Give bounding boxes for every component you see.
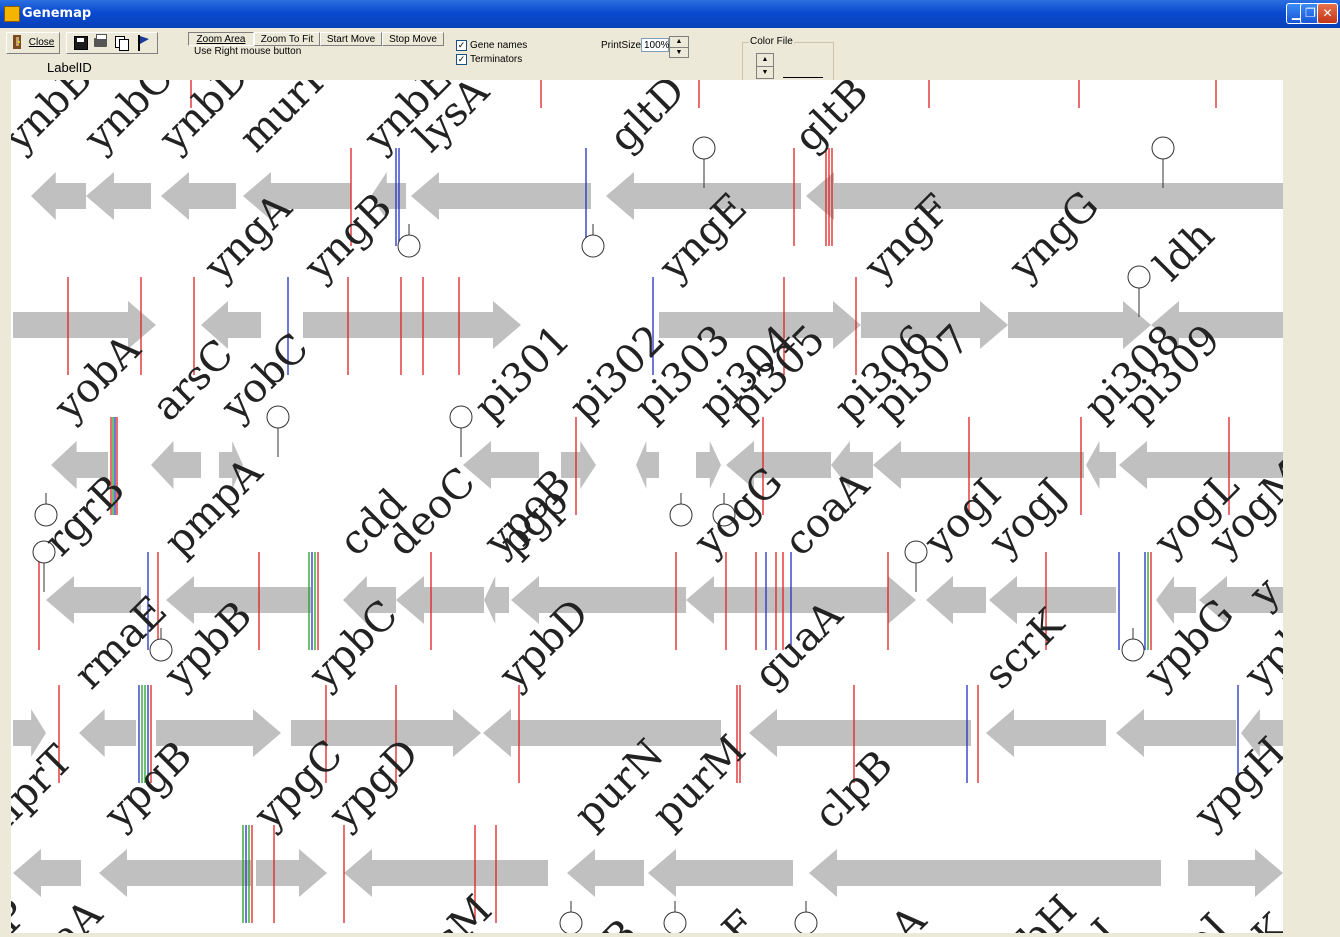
terminator-r0-0: [397, 234, 421, 258]
color-spin-up-icon[interactable]: ▲: [757, 54, 773, 67]
gene-label[interactable]: yogJ: [980, 470, 1076, 566]
gene-label-partial[interactable]: yaA: [25, 890, 112, 933]
stop-move-button[interactable]: Stop Move: [382, 32, 444, 46]
color-spin-down-icon[interactable]: ▼: [757, 67, 773, 79]
app-icon: [4, 6, 20, 22]
printsize-label: PrintSize:: [601, 40, 644, 51]
close-window-button[interactable]: ✕: [1317, 3, 1338, 24]
gene-map-canvas[interactable]: ynbB ynbC ynbD murI ynbE lysA gltD gltB yngA yngB…: [11, 80, 1283, 933]
gene-arrow-r5-5[interactable]: [648, 849, 793, 897]
terminator-r1-0: [1127, 265, 1151, 289]
window-title: Genemap: [22, 6, 92, 21]
gene-arrow-r3-8[interactable]: [926, 576, 986, 624]
zoom-to-fit-button[interactable]: Zoom To Fit: [254, 32, 320, 46]
gene-arrow-r1-0[interactable]: [13, 301, 156, 349]
gene-arrow-r2-10[interactable]: [1086, 441, 1116, 489]
gene-arrow-r1-5[interactable]: [1008, 301, 1151, 349]
right-panel-area: [1286, 80, 1334, 933]
gene-arrow-r5-4[interactable]: [567, 849, 644, 897]
terminators-checkbox[interactable]: ✓: [456, 54, 467, 65]
terminator-r5-1: [663, 911, 687, 933]
gene-arrow-r0-2[interactable]: [161, 172, 236, 220]
icon-toolbar: [66, 32, 158, 54]
restore-icon: ❐: [1305, 6, 1316, 20]
color-file-label: Color File: [749, 36, 794, 47]
close-button[interactable]: Close: [6, 32, 60, 54]
gene-label-partial[interactable]: bH: [1011, 887, 1086, 933]
flag-icon[interactable]: [135, 34, 151, 52]
gene-label[interactable]: purN: [566, 731, 673, 838]
gene-arrow-r5-1[interactable]: [99, 849, 251, 897]
gene-label[interactable]: gltD: [601, 80, 695, 161]
gene-arrow-r5-6[interactable]: [809, 849, 1161, 897]
color-file-field[interactable]: [783, 77, 823, 78]
terminator-r2-2: [449, 405, 473, 429]
gene-names-checkbox[interactable]: ✓: [456, 40, 467, 51]
terminators-label: Terminators: [470, 54, 523, 65]
close-icon: ✕: [1322, 6, 1333, 20]
gene-arrow-r4-6[interactable]: [986, 709, 1106, 757]
gene-label-partial[interactable]: iL: [213, 922, 273, 933]
save-icon[interactable]: [74, 36, 88, 50]
gene-arrow-r2-5[interactable]: [636, 441, 659, 489]
gene-label[interactable]: hprT: [11, 737, 82, 838]
gene-arrow-r0-1[interactable]: [86, 172, 151, 220]
printsize-spinner[interactable]: ▲ ▼: [669, 36, 689, 58]
terminator-r5-0: [559, 911, 583, 933]
gene-label[interactable]: ypgD: [320, 731, 428, 839]
copy-icon-back: [119, 39, 129, 51]
gene-arrow-r5-7[interactable]: [1188, 849, 1283, 897]
terminator-r3-2: [904, 540, 928, 564]
gene-arrow-r4-1[interactable]: [79, 709, 136, 757]
gene-map-svg[interactable]: ynbBynbCynbDmurI ynbElysA gltD gltByngAyngB…: [11, 80, 1283, 933]
gene-arrow-r5-2[interactable]: [256, 849, 327, 897]
gene-label-partial[interactable]: gB: [576, 911, 647, 933]
gene-label-partial[interactable]: bF: [696, 902, 766, 933]
spin-down-icon[interactable]: ▼: [670, 48, 688, 58]
gene-names-label: Gene names: [470, 40, 528, 51]
terminator-r2-3: [669, 503, 693, 527]
gene-arrow-r2-1[interactable]: [151, 441, 201, 489]
gene-arrow-r0-0[interactable]: [31, 172, 86, 220]
color-file-group: Color File ▲ ▼: [742, 36, 834, 84]
door-icon: [13, 35, 21, 50]
color-file-spinner[interactable]: ▲ ▼: [756, 53, 774, 79]
label-id: LabelID: [47, 60, 92, 75]
terminator-r2-1: [266, 405, 290, 429]
terminator-r0-2: [692, 136, 716, 160]
spin-up-icon[interactable]: ▲: [670, 37, 688, 48]
terminator-r3-3: [1121, 638, 1145, 662]
terminator-r0-3: [1151, 136, 1175, 160]
terminator-r0-1: [581, 234, 605, 258]
gene-label[interactable]: ldh: [1146, 212, 1224, 290]
gene-label[interactable]: scrK: [976, 600, 1074, 698]
gene-arrow-r4-7[interactable]: [1116, 709, 1236, 757]
gene-arrow-r5-0[interactable]: [13, 849, 81, 897]
gene-arrow-r3-6[interactable]: [686, 576, 796, 624]
gene-label[interactable]: clpB: [806, 742, 902, 838]
printsize-input[interactable]: 100%: [641, 38, 670, 52]
gene-arrow-r3-3[interactable]: [396, 576, 484, 624]
zoom-area-button[interactable]: Zoom Area: [188, 32, 254, 46]
gene-arrow-r5-3[interactable]: [344, 849, 548, 897]
title-bar: Genemap ▁ ❐ ✕: [0, 0, 1340, 28]
gene-arrow-r0-5[interactable]: [411, 172, 591, 220]
gene-label-partial[interactable]: bJ: [1176, 905, 1238, 933]
gene-arrow-r2-6[interactable]: [696, 441, 721, 489]
gene-label-partial[interactable]: sP: [11, 891, 37, 933]
gene-label-partial[interactable]: ncM: [406, 887, 502, 933]
gene-label-partial[interactable]: bK: [1226, 905, 1283, 933]
terminator-r5-2: [794, 911, 818, 933]
gene-arrow-r3-5[interactable]: [511, 576, 686, 624]
gene-arrow-r1-2[interactable]: [303, 301, 521, 349]
gene-arrow-r3-4[interactable]: [484, 576, 509, 624]
close-button-label: Close: [28, 37, 55, 48]
start-move-button[interactable]: Start Move: [320, 32, 382, 46]
gene-label-partial[interactable]: eA: [866, 897, 936, 933]
toolbar: Close LabelID Zoom Area Zoom To Fit Star…: [0, 28, 1340, 84]
print-icon[interactable]: [94, 34, 107, 47]
right-mouse-hint: Use Right mouse button: [194, 46, 302, 57]
